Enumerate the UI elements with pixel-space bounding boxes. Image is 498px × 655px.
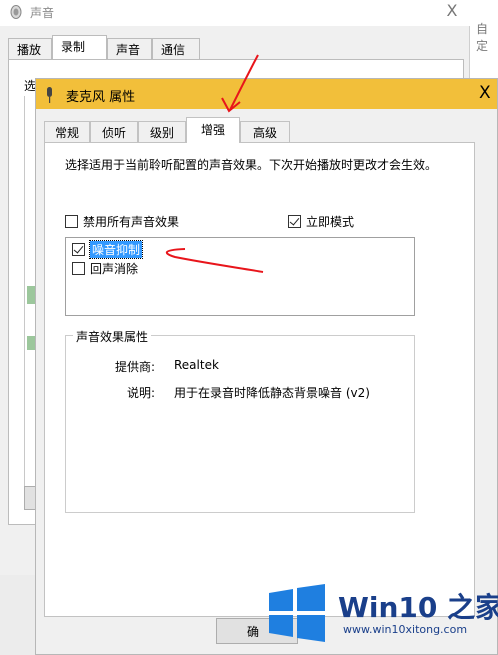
microphone-icon xyxy=(47,87,52,103)
watermark-brand: Win10 之家 xyxy=(338,591,498,624)
provider-label: 提供商: xyxy=(115,360,156,374)
noise-suppression-item[interactable]: 噪音抑制 xyxy=(72,240,144,259)
noise-suppression-label: 噪音抑制 xyxy=(88,240,144,259)
tab-playback[interactable]: 播放 xyxy=(8,38,52,59)
tab-listen[interactable]: 侦听 xyxy=(90,121,138,142)
effects-list[interactable]: 噪音抑制 回声消除 xyxy=(65,237,415,316)
enhancements-description: 选择适用于当前聆听配置的声音效果。下次开始播放时更改才会生效。 xyxy=(65,158,438,172)
checkbox-box[interactable] xyxy=(72,243,85,256)
tab-enhancements[interactable]: 增强 xyxy=(186,117,240,143)
dialog-title: 麦克风 属性 xyxy=(66,90,136,105)
tab-advanced[interactable]: 高级 xyxy=(240,121,290,142)
disable-all-effects-checkbox[interactable]: 禁用所有声音效果 xyxy=(65,213,179,230)
tab-recording[interactable]: 录制 xyxy=(52,35,107,59)
background-window-title: 声音 xyxy=(30,6,55,20)
description-value: 用于在录音时降低静态背景噪音 (v2) xyxy=(174,386,370,400)
description-label: 说明: xyxy=(127,386,156,400)
device-level-mark xyxy=(27,286,35,304)
echo-cancellation-label: 回声消除 xyxy=(90,262,139,276)
enhancements-panel: 选择适用于当前聆听配置的声音效果。下次开始播放时更改才会生效。 禁用所有声音效果… xyxy=(44,142,475,617)
watermark: Win10 之家 www.win10xitong.com xyxy=(263,580,498,655)
tab-sounds[interactable]: 声音 xyxy=(107,38,152,59)
speaker-icon xyxy=(10,5,22,19)
group-legend: 声音效果属性 xyxy=(73,328,152,345)
windows-logo-icon xyxy=(269,584,325,642)
background-close-button[interactable]: X xyxy=(440,0,464,22)
background-titlebar: 声音 X xyxy=(0,0,470,26)
echo-cancellation-item[interactable]: 回声消除 xyxy=(72,260,138,277)
microphone-properties-dialog: 麦克风 属性 X 常规 侦听 级别 增强 高级 选择适用于当前聆听配置的声音效果… xyxy=(35,78,498,655)
tab-levels[interactable]: 级别 xyxy=(138,121,186,142)
tab-communications[interactable]: 通信 xyxy=(152,38,200,59)
watermark-url: www.win10xitong.com xyxy=(343,623,468,636)
right-edge-text: 自定 xyxy=(476,22,489,53)
effect-properties-group: 声音效果属性 提供商: Realtek 说明: 用于在录音时降低静态背景噪音 (… xyxy=(65,328,415,513)
dialog-titlebar: 麦克风 属性 X xyxy=(36,79,497,109)
device-level-mark xyxy=(27,336,35,350)
checkbox-box[interactable] xyxy=(72,262,85,275)
provider-value: Realtek xyxy=(174,358,219,372)
dialog-close-button[interactable]: X xyxy=(479,83,491,103)
tab-general[interactable]: 常规 xyxy=(44,121,90,142)
checkbox-box[interactable] xyxy=(288,215,301,228)
checkbox-box[interactable] xyxy=(65,215,78,228)
immediate-mode-checkbox[interactable]: 立即模式 xyxy=(288,213,354,230)
